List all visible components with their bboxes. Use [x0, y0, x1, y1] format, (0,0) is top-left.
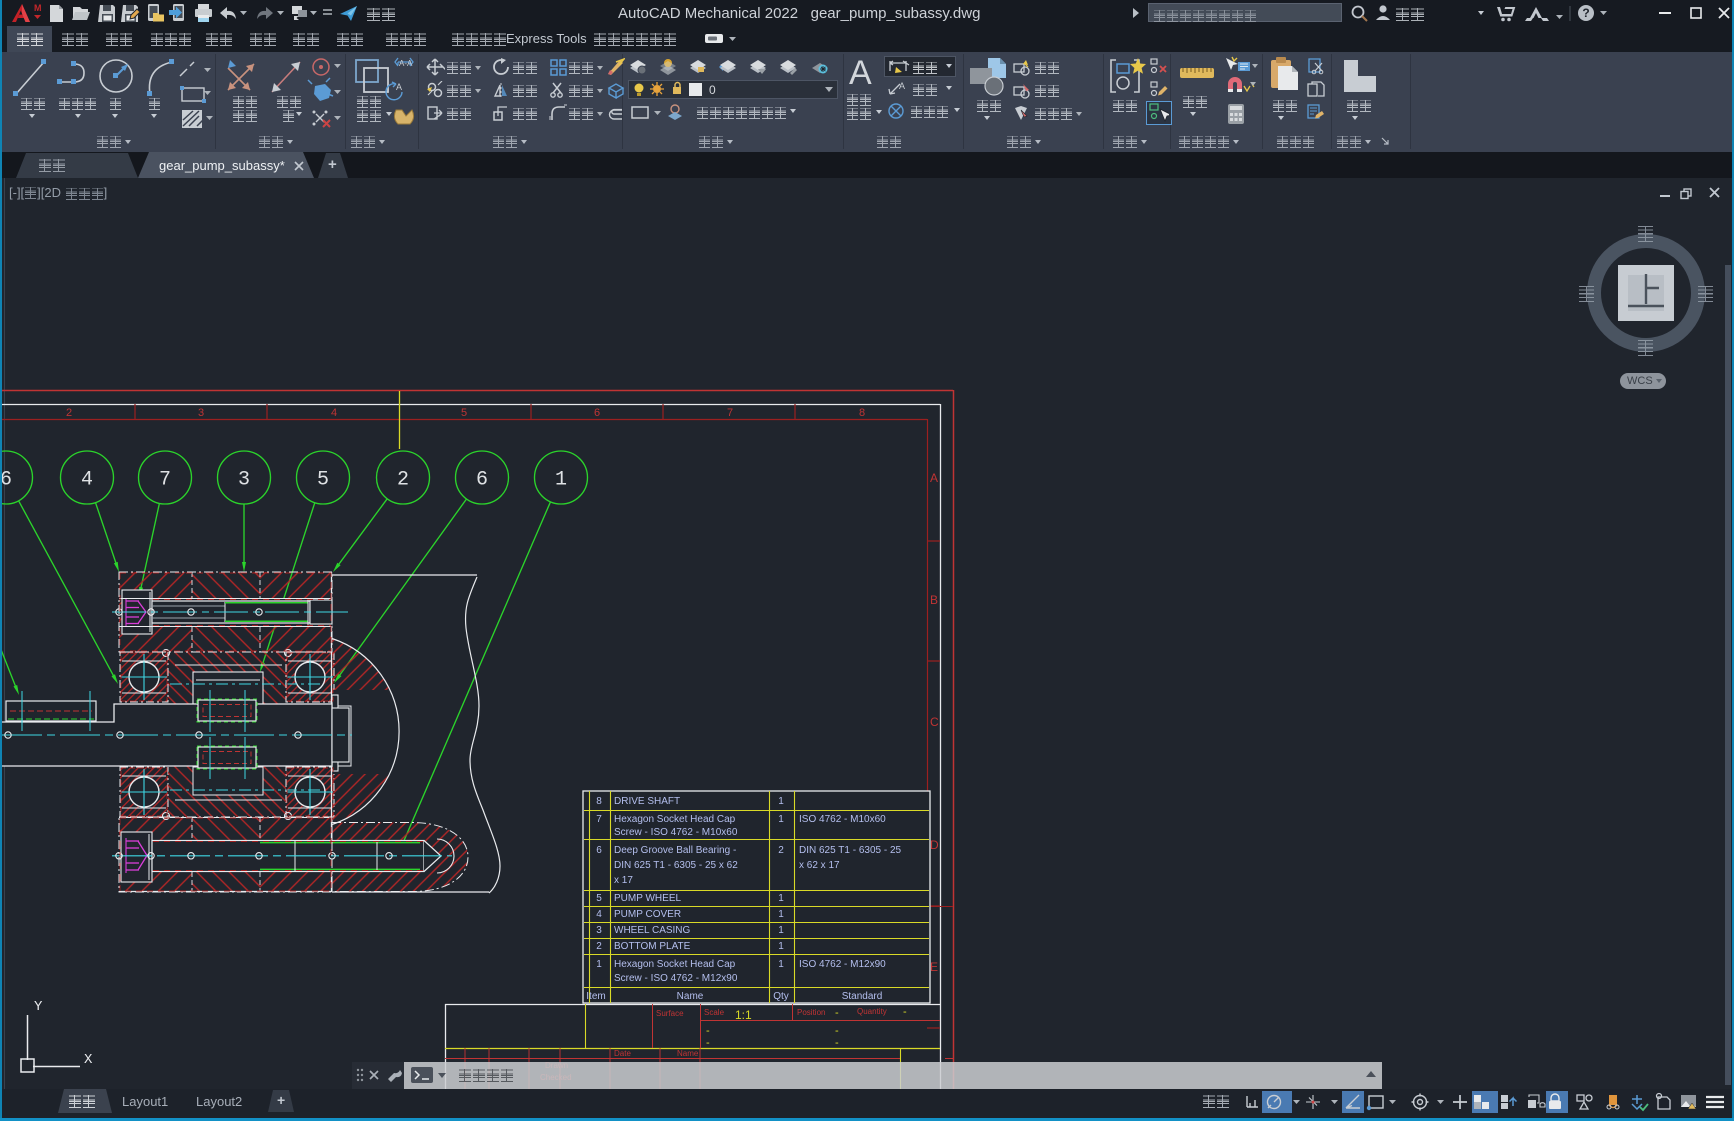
svg-text:A-A: A-A: [399, 59, 413, 68]
svg-text:8: 8: [596, 796, 602, 807]
svg-text:A: A: [396, 82, 402, 92]
svg-text:6: 6: [594, 407, 600, 419]
svg-text:Scale: Scale: [704, 1008, 725, 1017]
svg-text:7: 7: [159, 469, 171, 492]
svg-text:Screw - ISO 4762 - M12x90: Screw - ISO 4762 - M12x90: [614, 973, 738, 984]
svg-text:Position: Position: [797, 1008, 825, 1017]
svg-text:B: B: [930, 593, 938, 607]
svg-text:E: E: [930, 960, 938, 974]
svg-text:D: D: [930, 838, 939, 852]
svg-text:?: ?: [1582, 6, 1589, 20]
svg-text:BOTTOM PLATE: BOTTOM PLATE: [614, 941, 691, 952]
svg-text:1: 1: [778, 959, 784, 970]
svg-text:0: 0: [709, 83, 716, 97]
svg-text:Y: Y: [34, 999, 43, 1015]
svg-text:A: A: [899, 81, 905, 91]
svg-text:Item: Item: [586, 991, 605, 1002]
svg-text:DRIVE SHAFT: DRIVE SHAFT: [614, 796, 680, 807]
svg-text:1: 1: [596, 959, 602, 970]
svg-text:1:1: 1:1: [735, 1008, 752, 1022]
svg-text:M: M: [34, 3, 42, 13]
svg-text:Name: Name: [677, 1049, 699, 1058]
svg-text:DIN 625 T1 - 6305 - 25: DIN 625 T1 - 6305 - 25: [799, 845, 902, 856]
svg-text:C: C: [930, 715, 939, 729]
svg-text:-: -: [835, 1037, 839, 1049]
svg-text:2: 2: [397, 469, 409, 492]
svg-text:Screw - ISO 4762 - M10x60: Screw - ISO 4762 - M10x60: [614, 827, 738, 838]
svg-text:ISO 4762 - M12x90: ISO 4762 - M12x90: [799, 959, 886, 970]
svg-text:-: -: [835, 1025, 839, 1037]
svg-text:x 17: x 17: [614, 875, 633, 886]
svg-text:Deep Groove Ball Bearing -: Deep Groove Ball Bearing -: [614, 845, 736, 856]
svg-text:3: 3: [238, 469, 250, 492]
svg-text:Date: Date: [614, 1049, 631, 1058]
svg-text:ISO 4762 - M10x60: ISO 4762 - M10x60: [799, 814, 886, 825]
svg-text:Surface: Surface: [656, 1009, 684, 1018]
svg-text:A: A: [930, 471, 938, 485]
svg-text:PUMP WHEEL: PUMP WHEEL: [614, 893, 681, 904]
svg-text:Qty: Qty: [773, 991, 789, 1002]
svg-text:1: 1: [778, 893, 784, 904]
svg-text:2: 2: [66, 407, 72, 419]
svg-text:-: -: [903, 1006, 907, 1018]
svg-text:2: 2: [596, 941, 602, 952]
svg-text:5: 5: [596, 893, 602, 904]
svg-text:1: 1: [778, 909, 784, 920]
svg-text:3: 3: [596, 925, 602, 936]
svg-text:1: 1: [778, 814, 784, 825]
svg-text:2: 2: [778, 845, 784, 856]
svg-text:Hexagon Socket Head Cap: Hexagon Socket Head Cap: [614, 814, 736, 825]
svg-text:1: 1: [778, 925, 784, 936]
svg-text:7: 7: [596, 814, 602, 825]
svg-text:WHEEL CASING: WHEEL CASING: [614, 925, 691, 936]
svg-text:7: 7: [727, 407, 733, 419]
svg-text:1: 1: [778, 941, 784, 952]
svg-text:5: 5: [317, 469, 329, 492]
svg-text:x 62 x 17: x 62 x 17: [799, 860, 840, 871]
svg-text:Name: Name: [677, 991, 704, 1002]
svg-text:-: -: [706, 1025, 710, 1037]
svg-text:-: -: [706, 1037, 710, 1049]
svg-text:6: 6: [596, 845, 602, 856]
svg-text:1: 1: [778, 796, 784, 807]
svg-text:X: X: [84, 1052, 93, 1068]
svg-text:4: 4: [596, 909, 602, 920]
svg-text:3: 3: [198, 407, 204, 419]
svg-text:PUMP COVER: PUMP COVER: [614, 909, 681, 920]
svg-text:4: 4: [81, 469, 93, 492]
svg-text:8: 8: [859, 407, 865, 419]
svg-text:DIN 625 T1 - 6305 - 25 x 62: DIN 625 T1 - 6305 - 25 x 62: [614, 860, 738, 871]
svg-text:5: 5: [461, 407, 467, 419]
svg-text:4: 4: [331, 407, 337, 419]
svg-text:1: 1: [555, 469, 567, 492]
svg-text:Quantity: Quantity: [857, 1007, 887, 1016]
svg-text:Standard: Standard: [842, 991, 883, 1002]
svg-text:Hexagon Socket Head Cap: Hexagon Socket Head Cap: [614, 959, 736, 970]
svg-text:-: -: [835, 1007, 839, 1019]
svg-text:6: 6: [476, 469, 488, 492]
